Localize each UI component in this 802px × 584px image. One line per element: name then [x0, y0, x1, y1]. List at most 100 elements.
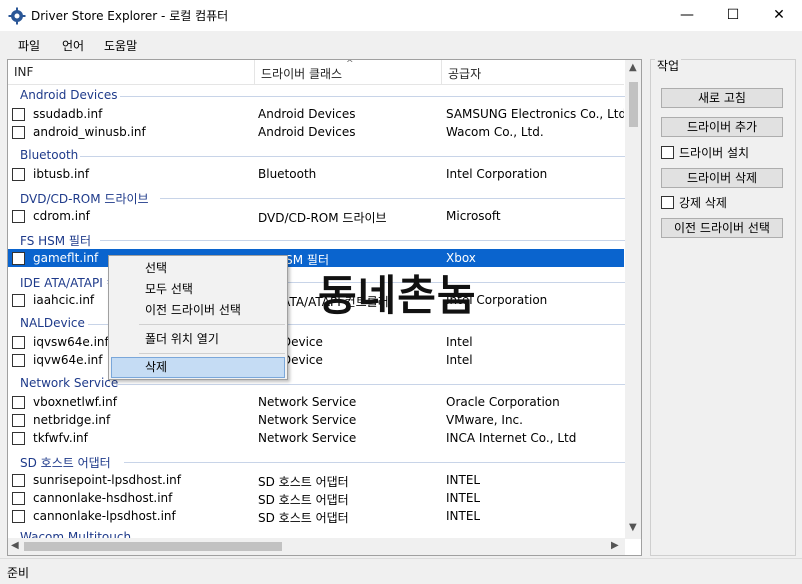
- scroll-right-icon[interactable]: ▶: [611, 540, 619, 551]
- row-checkbox[interactable]: [12, 354, 25, 367]
- menu-help[interactable]: 도움말: [104, 37, 137, 54]
- table-row-selected[interactable]: gameflt.inf FS HSM 필터 Xbox: [8, 249, 624, 267]
- row-checkbox[interactable]: [12, 432, 25, 445]
- maximize-button[interactable]: ☐: [710, 0, 756, 30]
- force-delete-label: 강제 삭제: [679, 196, 727, 210]
- cell-class: Bluetooth: [258, 167, 317, 181]
- context-menu-select[interactable]: 선택: [111, 258, 285, 279]
- table-row[interactable]: sunrisepoint-lpsdhost.inf SD 호스트 어댑터 INT…: [8, 471, 624, 489]
- row-checkbox[interactable]: [12, 492, 25, 505]
- delete-driver-button[interactable]: 드라이버 삭제: [661, 168, 783, 188]
- menu-divider: [139, 353, 285, 354]
- context-menu-open-folder[interactable]: 폴더 위치 열기: [111, 329, 285, 350]
- cell-class: Android Devices: [258, 107, 356, 121]
- group-header-sd[interactable]: SD 호스트 어댑터: [20, 454, 111, 471]
- group-header-nal[interactable]: NALDevice: [20, 316, 85, 330]
- table-row[interactable]: iaahcic.inf IDE ATA/ATAPI 컨트롤러 Intel Cor…: [8, 291, 624, 309]
- select-old-drivers-button[interactable]: 이전 드라이버 선택: [661, 218, 783, 238]
- install-driver-checkbox[interactable]: 드라이버 설치: [661, 144, 749, 161]
- vertical-scroll-thumb[interactable]: [629, 82, 638, 127]
- cell-class: Android Devices: [258, 125, 356, 139]
- status-text: 준비: [7, 566, 30, 580]
- vertical-scrollbar[interactable]: ▲ ▼: [625, 60, 641, 539]
- add-driver-button[interactable]: 드라이버 추가: [661, 117, 783, 137]
- table-row[interactable]: tkfwfv.inf Network Service INCA Internet…: [8, 429, 624, 447]
- row-checkbox[interactable]: [12, 294, 25, 307]
- row-checkbox[interactable]: [12, 168, 25, 181]
- context-menu-select-all[interactable]: 모두 선택: [111, 279, 285, 300]
- group-header-android[interactable]: Android Devices: [20, 88, 118, 102]
- scroll-left-icon[interactable]: ◀: [11, 540, 19, 551]
- cell-class: Network Service: [258, 395, 357, 409]
- table-row[interactable]: cannonlake-lpsdhost.inf SD 호스트 어댑터 INTEL: [8, 507, 624, 525]
- cell-inf: iaahcic.inf: [33, 293, 95, 307]
- group-divider: [100, 240, 625, 241]
- row-checkbox[interactable]: [12, 336, 25, 349]
- context-menu-delete[interactable]: 삭제: [111, 357, 285, 378]
- close-button[interactable]: ✕: [756, 0, 802, 30]
- cell-provider: Intel Corporation: [446, 167, 548, 181]
- column-header-class[interactable]: 드라이버 클래스: [261, 65, 342, 82]
- table-row[interactable]: iqvw64e.inf NALDevice Intel: [8, 351, 624, 369]
- row-checkbox[interactable]: [12, 510, 25, 523]
- row-checkbox[interactable]: [12, 414, 25, 427]
- scroll-down-icon[interactable]: ▼: [629, 522, 637, 533]
- table-row[interactable]: cannonlake-hsdhost.inf SD 호스트 어댑터 INTEL: [8, 489, 624, 507]
- table-row[interactable]: iqvsw64e.inf NALDevice Intel: [8, 333, 624, 351]
- group-header-bluetooth[interactable]: Bluetooth: [20, 148, 78, 162]
- horizontal-scroll-thumb[interactable]: [24, 542, 282, 551]
- cell-provider: Intel: [446, 335, 473, 349]
- scroll-up-icon[interactable]: ▲: [629, 62, 637, 73]
- cell-provider: SAMSUNG Electronics Co., Ltd: [446, 107, 624, 121]
- cell-provider: INTEL: [446, 473, 481, 487]
- table-row[interactable]: cdrom.inf DVD/CD-ROM 드라이브 Microsoft: [8, 207, 624, 225]
- group-header-network[interactable]: Network Service: [20, 376, 118, 390]
- actions-panel: 작업 새로 고침 드라이버 추가 드라이버 설치 드라이버 삭제 강제 삭제 이…: [650, 57, 796, 556]
- menu-file[interactable]: 파일: [18, 37, 40, 54]
- gear-icon: [8, 7, 26, 25]
- group-header-fs-hsm[interactable]: FS HSM 필터: [20, 232, 91, 249]
- table-row[interactable]: netbridge.inf Network Service VMware, In…: [8, 411, 624, 429]
- cell-provider: Wacom Co., Ltd.: [446, 125, 544, 139]
- menu-bar: 파일 언어 도움말: [0, 31, 802, 58]
- checkbox-box[interactable]: [661, 146, 674, 159]
- cell-provider: Intel: [446, 353, 473, 367]
- cell-provider: Microsoft: [446, 209, 501, 223]
- table-row[interactable]: android_winusb.inf Android Devices Wacom…: [8, 123, 624, 141]
- table-row[interactable]: ibtusb.inf Bluetooth Intel Corporation: [8, 165, 624, 183]
- group-divider: [124, 462, 625, 463]
- row-checkbox[interactable]: [12, 210, 25, 223]
- cell-class: Network Service: [258, 413, 357, 427]
- column-separator[interactable]: [441, 60, 442, 84]
- group-header-dvd[interactable]: DVD/CD-ROM 드라이브: [20, 190, 149, 207]
- force-delete-checkbox[interactable]: 강제 삭제: [661, 194, 727, 211]
- column-header-inf[interactable]: INF: [14, 65, 33, 79]
- table-row[interactable]: ssudadb.inf Android Devices SAMSUNG Elec…: [8, 105, 624, 123]
- list-header: INF 드라이버 클래스 ^ 공급자: [8, 60, 624, 85]
- column-header-provider[interactable]: 공급자: [448, 65, 481, 82]
- sort-ascending-icon: ^: [346, 59, 354, 69]
- cell-provider: INTEL: [446, 509, 481, 523]
- context-menu-select-old[interactable]: 이전 드라이버 선택: [111, 300, 285, 321]
- checkbox-box[interactable]: [661, 196, 674, 209]
- cell-inf: cannonlake-lpsdhost.inf: [33, 509, 176, 523]
- group-divider: [80, 156, 625, 157]
- group-divider: [116, 384, 625, 385]
- column-separator[interactable]: [254, 60, 255, 84]
- row-checkbox[interactable]: [12, 108, 25, 121]
- table-row[interactable]: vboxnetlwf.inf Network Service Oracle Co…: [8, 393, 624, 411]
- cell-class: DVD/CD-ROM 드라이브: [258, 211, 387, 225]
- group-divider: [160, 198, 625, 199]
- row-checkbox[interactable]: [12, 474, 25, 487]
- minimize-button[interactable]: —: [664, 0, 710, 30]
- refresh-button[interactable]: 새로 고침: [661, 88, 783, 108]
- group-divider: [120, 96, 625, 97]
- menu-language[interactable]: 언어: [62, 37, 84, 54]
- row-checkbox[interactable]: [12, 126, 25, 139]
- row-checkbox[interactable]: [12, 252, 25, 265]
- cell-provider: VMware, Inc.: [446, 413, 523, 427]
- cell-provider: INTEL: [446, 491, 481, 505]
- cell-class: SD 호스트 어댑터: [258, 511, 349, 525]
- row-checkbox[interactable]: [12, 396, 25, 409]
- horizontal-scrollbar[interactable]: ◀ ▶: [8, 538, 625, 555]
